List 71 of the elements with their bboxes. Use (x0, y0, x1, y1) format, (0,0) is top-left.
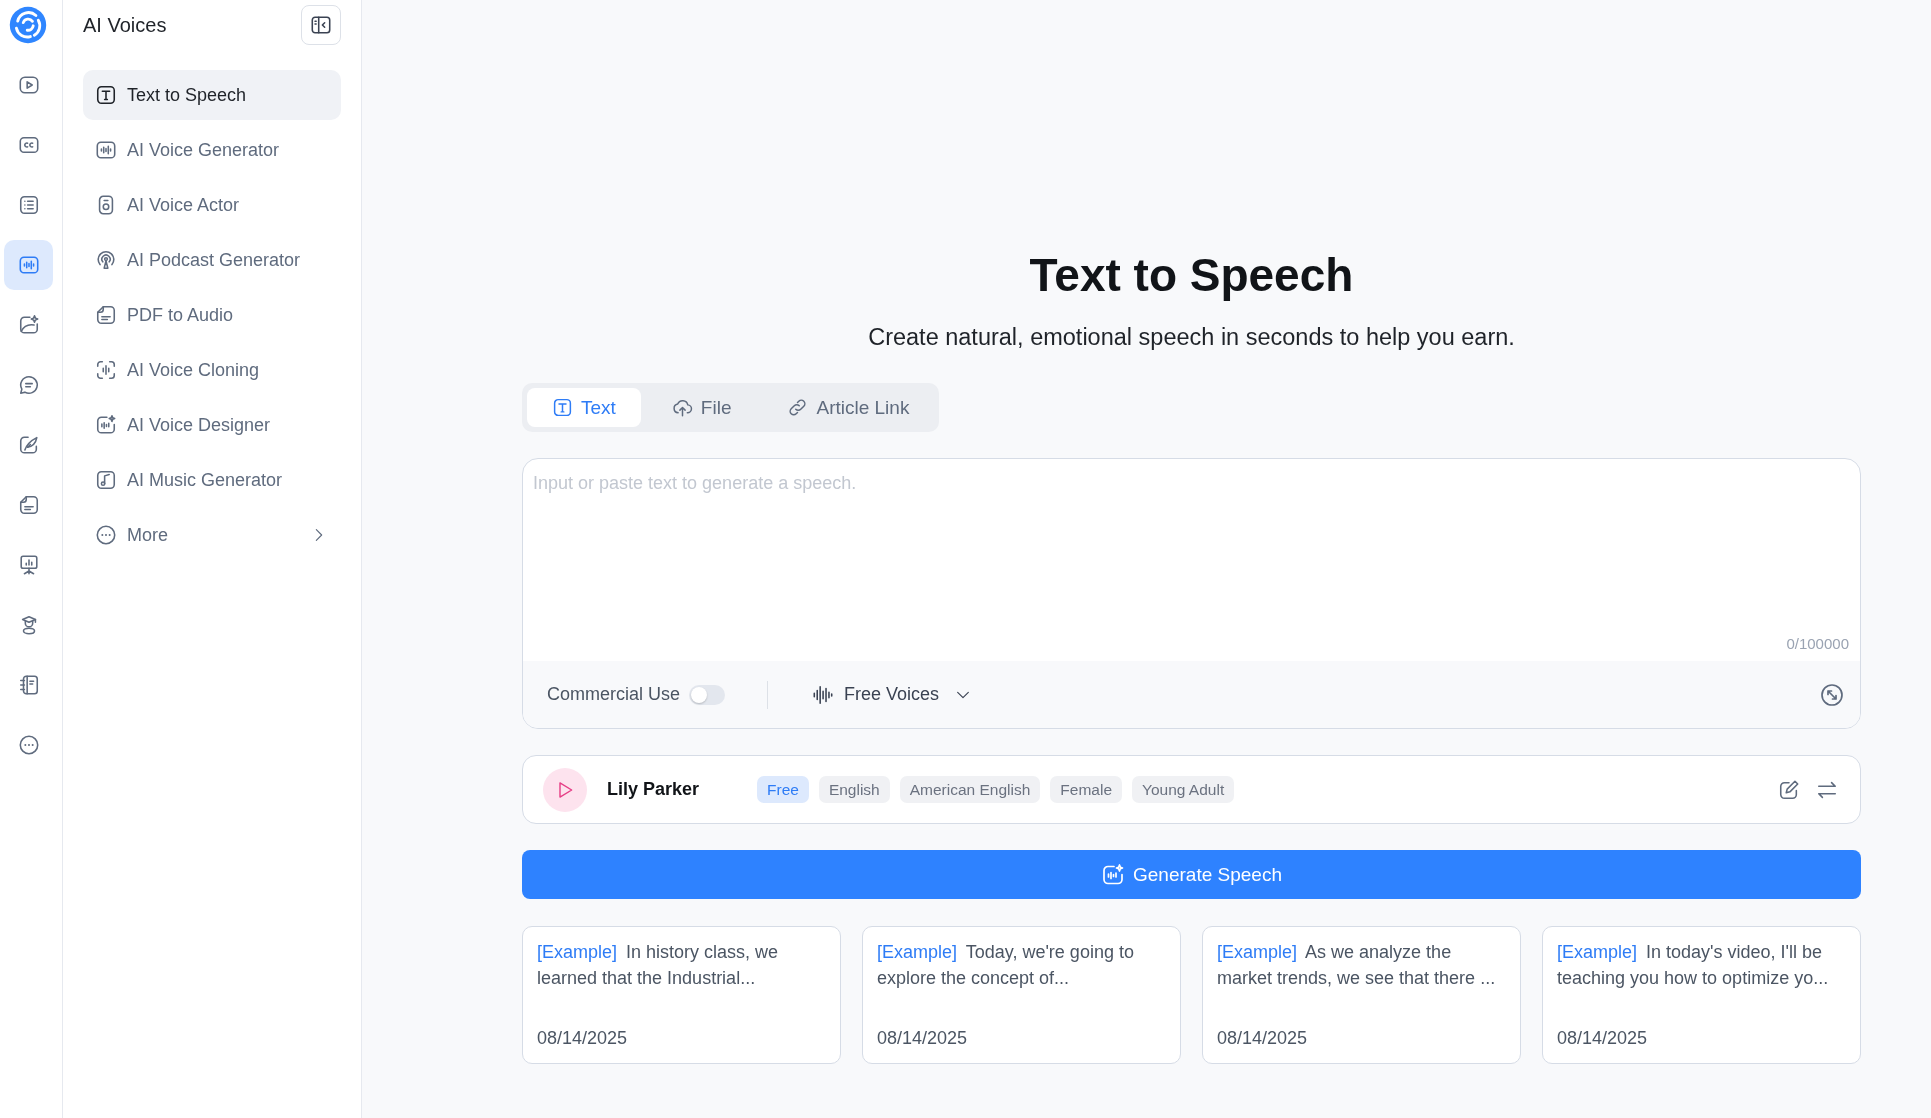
document-icon (17, 494, 40, 516)
sidebar-item[interactable]: AI Podcast Generator (83, 235, 341, 285)
voice-filter-dropdown[interactable]: Free Voices (812, 683, 972, 706)
more-icon (17, 734, 40, 756)
sidebar-panel-icon (310, 14, 332, 36)
waveform-icon (17, 254, 40, 276)
example-text: [Example] In today's video, I'll be teaching you how to optimize yo... (1557, 941, 1830, 990)
podcast-icon (95, 249, 117, 271)
sidebar-item[interactable]: AI Voice Cloning (83, 345, 341, 395)
example-text: [Example] As we analyze the market trends, we see that there ... (1217, 941, 1497, 990)
sidebar-item[interactable]: AI Music Generator (83, 455, 341, 505)
voice-attribute: English (818, 776, 890, 803)
sidebar-item[interactable]: AI Voice Generator (83, 125, 341, 175)
example-card[interactable]: [Example] In history class, we learned that the Industrial... 08/14/2025 (522, 926, 841, 1064)
tab[interactable]: Text (527, 388, 641, 427)
voice-attribute: Free (757, 776, 809, 803)
voice-attribute: Female (1050, 776, 1122, 803)
example-date: 08/14/2025 (537, 1027, 629, 1049)
waveform-icon (95, 139, 117, 161)
captions-icon (17, 134, 40, 156)
voice-attribute: Young Adult (1132, 776, 1235, 803)
text-icon (552, 397, 573, 418)
example-date: 08/14/2025 (1557, 1027, 1649, 1049)
example-card[interactable]: [Example] In today's video, I'll be teaching you how to optimize yo... 08/14/2025 (1542, 926, 1861, 1064)
music-note-icon (95, 469, 117, 491)
page-subtitle: Create natural, emotional speech in seconds to help you earn. (867, 323, 1516, 352)
example-card[interactable]: [Example] Today, we're going to explore the concept of... 08/14/2025 (862, 926, 1181, 1064)
page-title: Text to Speech (1028, 248, 1355, 303)
logo-icon[interactable] (9, 6, 47, 44)
commercial-use-label: Commercial Use (547, 684, 681, 705)
sidebar-item[interactable]: PDF to Audio (83, 290, 341, 340)
example-text: [Example] In history class, we learned that the Industrial... (537, 941, 780, 990)
text-input-field[interactable]: Input or paste text to generate a speech. (533, 473, 1849, 635)
edit-icon[interactable] (1778, 778, 1800, 801)
list-icon (17, 194, 40, 216)
generate-speech-button[interactable]: Generate Speech (522, 850, 1861, 899)
voice-attribute: American English (899, 776, 1041, 803)
sidebar-item[interactable]: AI Voice Actor (83, 180, 341, 230)
example-text: [Example] Today, we're going to explore the concept of... (877, 941, 1135, 990)
sidebar-item[interactable]: AI Voice Designer (83, 400, 341, 450)
waveform-icon (812, 683, 835, 706)
quill-icon (17, 434, 40, 456)
voice-scan-icon (95, 359, 117, 381)
notebook-icon (17, 674, 40, 696)
example-date: 08/14/2025 (1217, 1027, 1309, 1049)
commercial-use-toggle[interactable] (689, 684, 726, 705)
voice-name: Lily Parker (607, 779, 701, 800)
presentation-board-icon (17, 554, 40, 576)
video-play-icon (17, 74, 40, 96)
example-date: 08/14/2025 (877, 1027, 969, 1049)
text-editor[interactable]: Input or paste text to generate a speech. 0/100000 Commercial Use Free Voices (522, 458, 1861, 729)
waveform-sparkle-icon (1101, 862, 1125, 887)
expand-icon[interactable] (1820, 682, 1844, 707)
tab[interactable]: Article Link (762, 388, 935, 427)
rail-item[interactable] (4, 240, 53, 290)
document-icon (95, 304, 117, 326)
tab[interactable]: File (646, 388, 757, 427)
sidebar-title: AI Voices (83, 13, 167, 37)
character-counter: 0/100000 (1786, 635, 1849, 653)
link-icon (787, 397, 809, 418)
sidebar-item[interactable]: More (83, 510, 341, 560)
image-sparkle-icon (17, 314, 40, 336)
collapse-sidebar-button[interactable] (301, 5, 341, 45)
play-button[interactable] (543, 767, 587, 812)
waveform-sparkle-icon (95, 414, 117, 436)
text-icon (95, 84, 117, 106)
cloud-upload-icon (671, 397, 693, 418)
chat-bubble-icon (17, 374, 40, 396)
more-icon (95, 524, 117, 546)
example-card[interactable]: [Example] As we analyze the market trends, we see that there ... 08/14/2025 (1202, 926, 1521, 1064)
sidebar-item[interactable]: Text to Speech (83, 70, 341, 120)
